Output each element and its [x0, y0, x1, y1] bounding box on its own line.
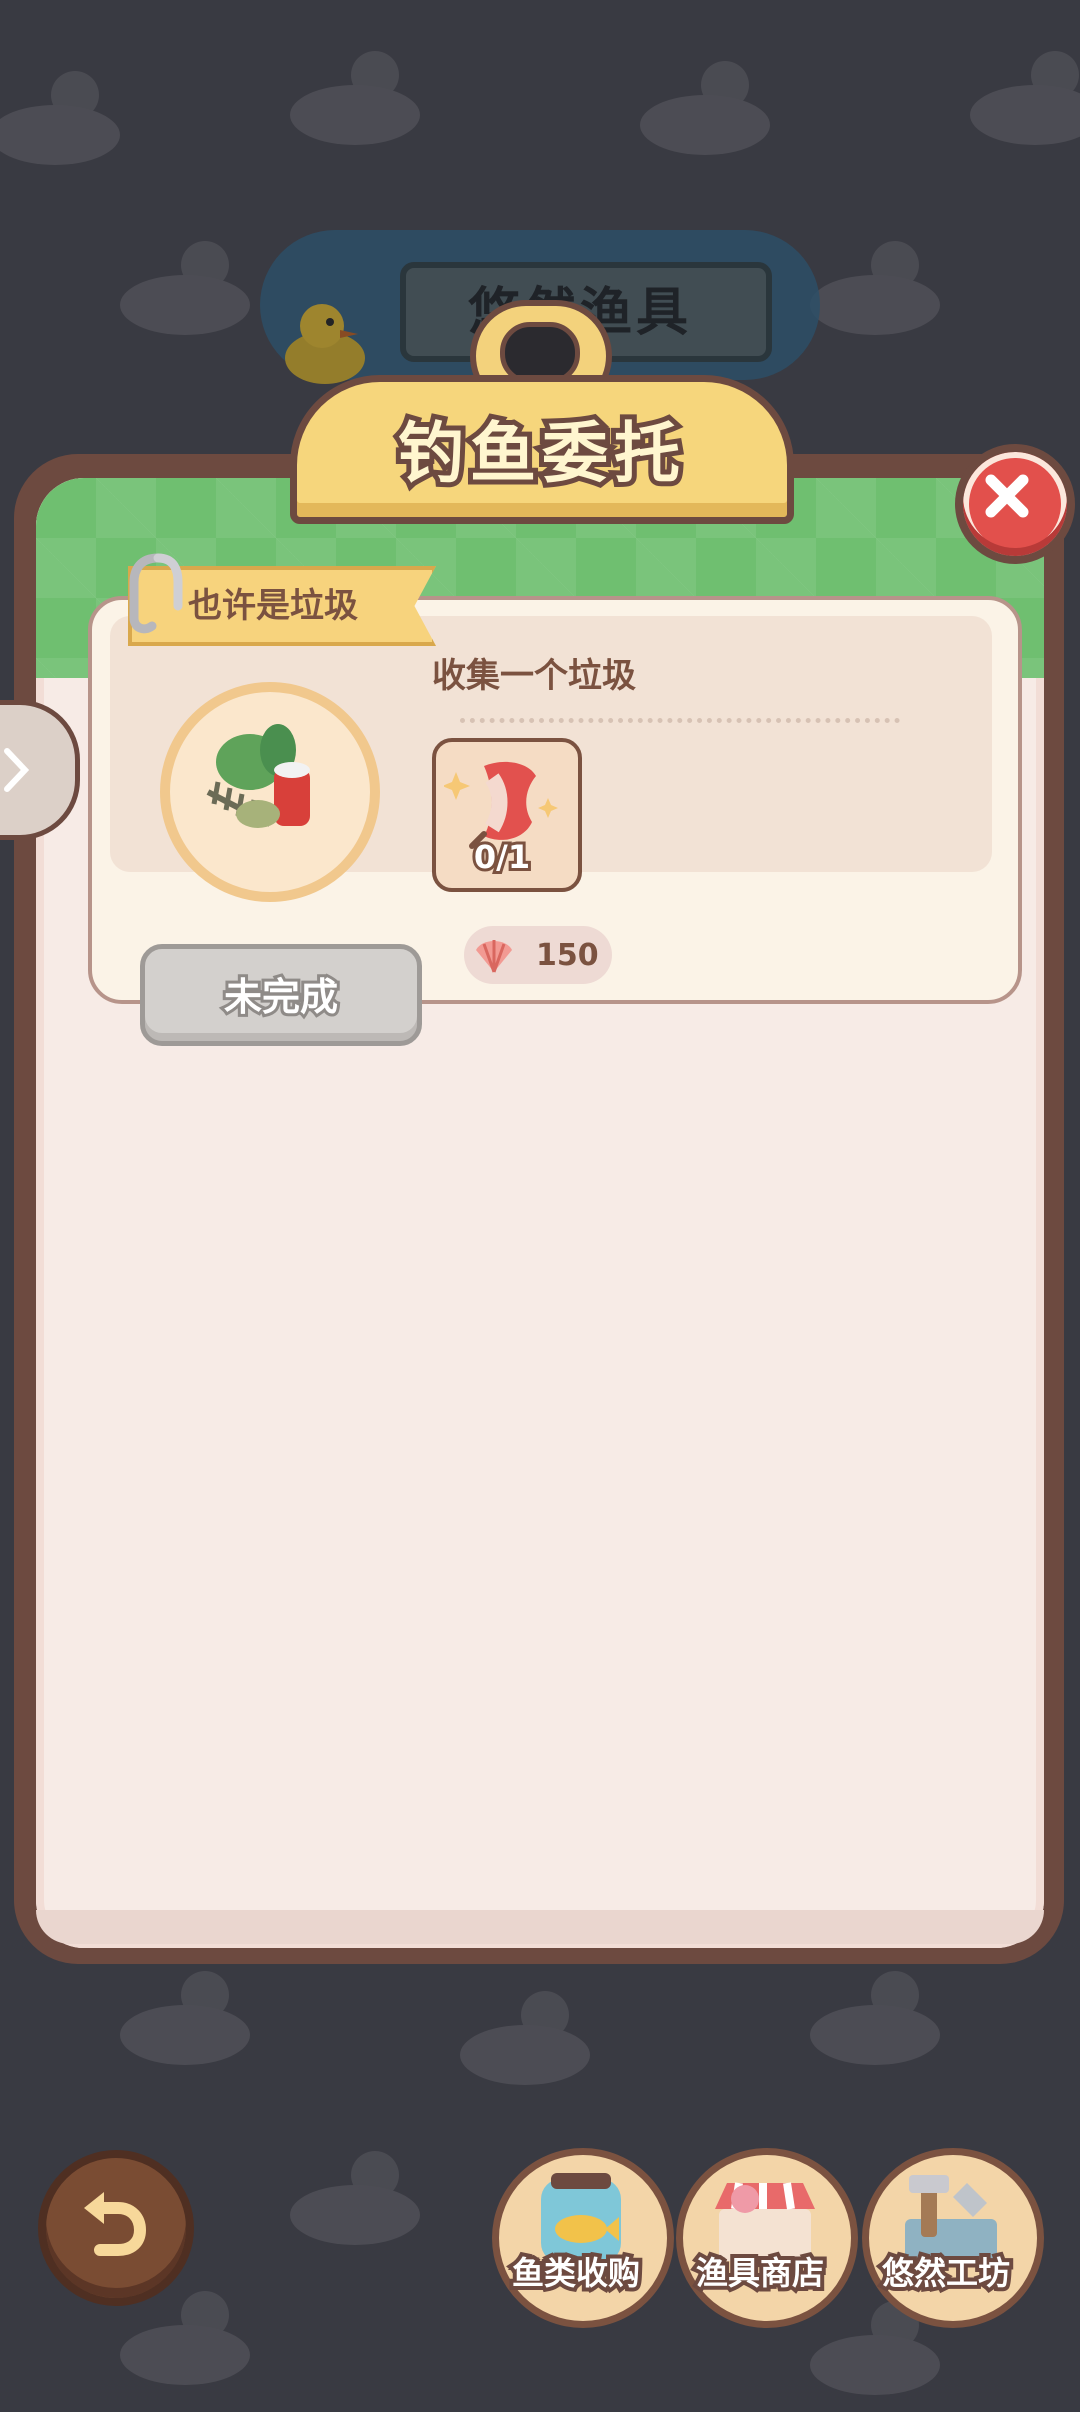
dialog-bottom-edge — [36, 1910, 1044, 1944]
chevron-right-icon — [4, 748, 30, 792]
tackle-shop-label: 渔具商店 — [692, 2250, 828, 2296]
fish-buyback-label: 鱼类收购 — [508, 2250, 644, 2296]
task-tag: 也许是垃圾 — [188, 586, 358, 626]
close-button[interactable] — [955, 444, 1075, 564]
workshop-label: 悠然工坊 — [878, 2250, 1014, 2296]
trash-pile-icon — [206, 724, 310, 828]
workshop-button[interactable] — [862, 2148, 1044, 2328]
reward-amount: 150 — [536, 938, 599, 973]
fish-buyback-button[interactable] — [492, 2148, 674, 2328]
paperclip-icon — [129, 553, 183, 634]
shell-icon — [476, 940, 512, 973]
status-label: 未完成 — [221, 972, 341, 1022]
tackle-shop-button[interactable] — [676, 2148, 858, 2328]
divider — [460, 718, 900, 723]
return-arrow-icon — [84, 2192, 147, 2256]
task-icon-medal — [160, 682, 380, 902]
dialog-title: 钓鱼委托 — [393, 410, 686, 497]
requirement-progress: 0/1 — [471, 835, 533, 879]
task-description: 收集一个垃圾 — [432, 656, 636, 696]
close-icon — [985, 474, 1029, 518]
back-button[interactable] — [38, 2150, 194, 2306]
